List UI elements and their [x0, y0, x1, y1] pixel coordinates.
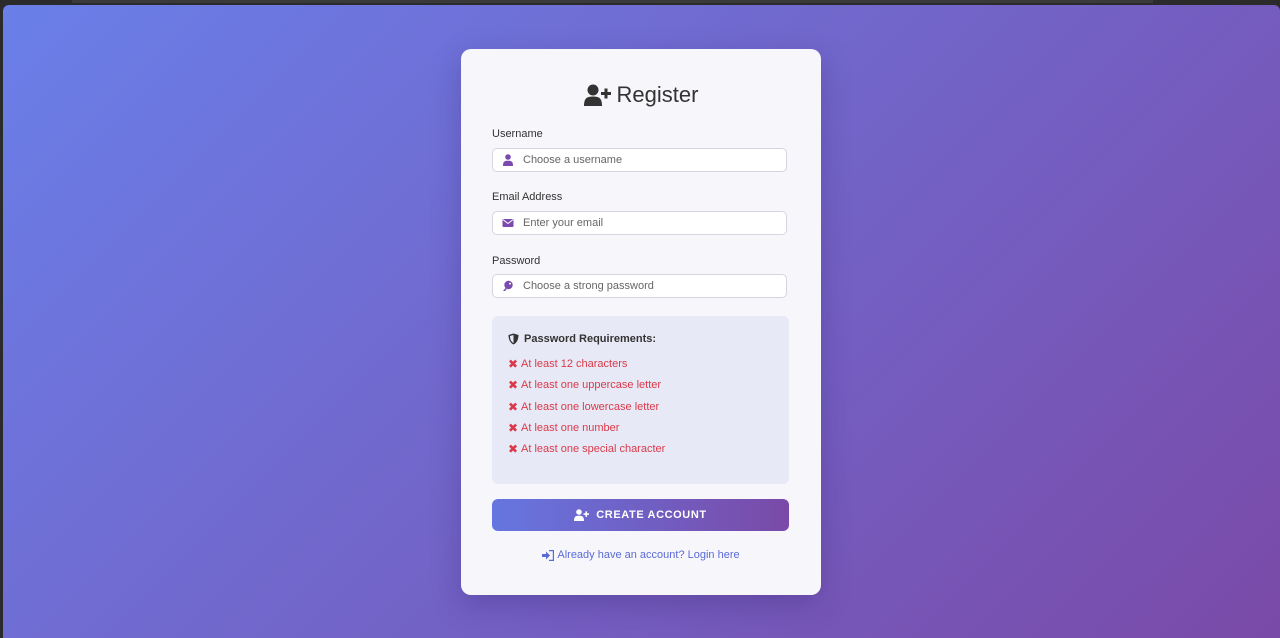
x-mark-icon: ✖	[508, 400, 519, 414]
requirement-text: At least 12 characters	[521, 358, 628, 370]
requirement-item: ✖ At least one number	[508, 421, 619, 435]
username-field[interactable]	[492, 148, 787, 172]
password-field[interactable]	[492, 274, 787, 298]
requirement-text: At least one number	[521, 422, 620, 434]
page-title: Register	[461, 82, 821, 108]
username-input[interactable]	[523, 149, 778, 171]
password-requirements-box: Password Requirements: ✖ At least 12 cha…	[492, 316, 789, 484]
user-icon	[503, 154, 513, 166]
sign-in-icon	[542, 549, 555, 561]
key-icon	[503, 280, 513, 291]
create-account-button[interactable]: CREATE ACCOUNT	[492, 499, 789, 531]
requirement-text: At least one special character	[521, 443, 666, 455]
x-mark-icon: ✖	[508, 378, 519, 392]
user-plus-icon	[574, 509, 590, 521]
page-title-text: Register	[616, 82, 699, 107]
x-mark-icon: ✖	[508, 421, 519, 435]
requirement-item: ✖ At least one lowercase letter	[508, 400, 659, 414]
requirements-title: Password Requirements:	[508, 333, 656, 345]
register-card: Register Username Email Address Password	[461, 49, 821, 595]
password-label: Password	[492, 255, 541, 267]
requirements-title-text: Password Requirements:	[524, 333, 657, 345]
page-background: Register Username Email Address Password	[3, 5, 1280, 638]
shield-icon	[508, 333, 519, 345]
requirement-item: ✖ At least one special character	[508, 442, 665, 456]
login-link[interactable]: Already have an account? Login here	[461, 549, 821, 561]
x-mark-icon: ✖	[508, 442, 519, 456]
requirement-item: ✖ At least 12 characters	[508, 357, 627, 371]
requirement-item: ✖ At least one uppercase letter	[508, 378, 661, 392]
create-account-label: CREATE ACCOUNT	[596, 509, 707, 521]
password-input[interactable]	[523, 275, 778, 297]
browser-top-edge	[72, 0, 1153, 3]
email-label: Email Address	[492, 191, 563, 203]
requirement-text: At least one lowercase letter	[521, 401, 660, 413]
envelope-icon	[502, 219, 514, 227]
requirement-text: At least one uppercase letter	[521, 379, 662, 391]
email-input[interactable]	[523, 212, 778, 234]
user-plus-icon	[583, 84, 611, 106]
username-label: Username	[492, 128, 543, 140]
email-field[interactable]	[492, 211, 787, 235]
login-link-text: Already have an account? Login here	[557, 549, 740, 561]
x-mark-icon: ✖	[508, 357, 519, 371]
